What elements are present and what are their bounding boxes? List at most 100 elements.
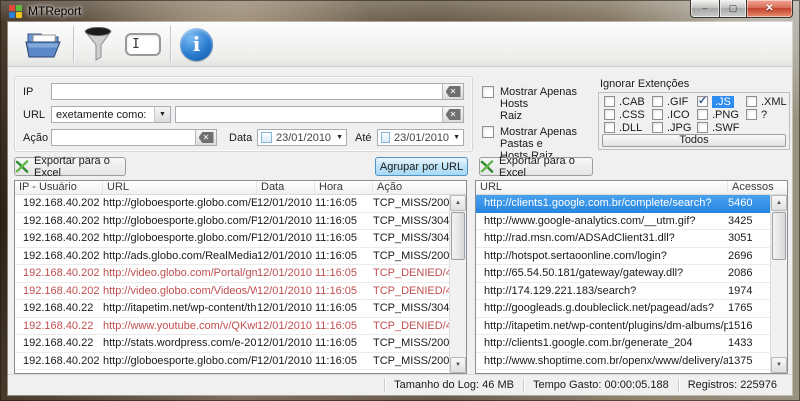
url-clear-button[interactable]: ✕ (442, 107, 463, 122)
extension-checkbox[interactable]: .XML (746, 95, 787, 108)
column-header-url[interactable]: URL (476, 181, 728, 194)
vertical-scrollbar[interactable]: ▲ ▼ (770, 195, 787, 373)
cell-ip: 192.168.40.202 (23, 214, 100, 227)
checkbox-icon (697, 109, 708, 120)
data-label: Data (229, 132, 253, 144)
scroll-thumb[interactable] (451, 212, 465, 260)
data-date-picker[interactable]: 23/01/2010 ▼ (257, 129, 347, 146)
checkbox-icon (652, 96, 663, 107)
extension-checkbox[interactable]: .CSS (604, 108, 652, 121)
cell-ip: 192.168.40.22 (23, 337, 94, 350)
extension-checkbox[interactable]: .ICO (652, 108, 697, 121)
minimize-button[interactable]: – (690, 0, 719, 18)
ip-clear-button[interactable]: ✕ (442, 84, 463, 99)
table-row[interactable]: http://rad.msn.com/ADSAdClient31.dll? 30… (476, 230, 770, 248)
excel-icon (15, 160, 29, 173)
acao-clear-button[interactable]: ✕ (195, 130, 216, 145)
text-filter-button[interactable]: I (119, 24, 167, 64)
table-row[interactable]: 192.168.40.202 http://globoesporte.globo… (15, 213, 449, 230)
column-header-url[interactable]: URL (103, 181, 257, 194)
export-excel-left-button[interactable]: Exportar para o Excel (14, 155, 126, 179)
scroll-up-button[interactable]: ▲ (771, 195, 787, 211)
column-header-ip-usuario[interactable]: IP - Usuário (15, 181, 103, 194)
extension-checkbox[interactable]: ? (746, 108, 786, 121)
group-by-url-button[interactable]: Agrupar por URL (375, 157, 468, 176)
table-row[interactable]: 192.168.40.202 http://ads.globo.com/Real… (15, 248, 449, 265)
status-tempo-gasto: Tempo Gasto: 00:00:05.188 (532, 379, 669, 391)
maximize-button[interactable]: ▢ (719, 0, 747, 18)
window-titlebar[interactable]: MTReport – ▢ ✕ (0, 0, 800, 22)
table-row[interactable]: 192.168.40.202 http://globoesporte.globo… (15, 230, 449, 248)
table-row[interactable]: http://hotspot.sertaoonline.com/login? 2… (476, 248, 770, 265)
table-row[interactable]: http://googleads.g.doubleclick.net/pagea… (476, 300, 770, 318)
table-row[interactable]: http://clients1.google.com.br/generate_2… (476, 335, 770, 353)
export-excel-right-button[interactable]: Exportar para o Excel (479, 155, 593, 179)
checkbox-hosts-raiz[interactable]: Mostrar Apenas Hosts Raiz (482, 86, 604, 122)
about-button[interactable]: i (174, 24, 219, 64)
extension-checkbox[interactable]: .JPG (652, 121, 697, 134)
window-title: MTReport (28, 4, 82, 18)
extension-checkbox[interactable]: .SWF (697, 121, 746, 134)
toolbar-separator (170, 26, 171, 62)
url-input[interactable] (176, 107, 442, 122)
vertical-scrollbar[interactable]: ▲ ▼ (449, 195, 466, 373)
scroll-track[interactable] (450, 261, 466, 357)
cell-url: http://www.shoptime.com.br/openx/www/del… (484, 354, 728, 367)
open-log-button[interactable] (18, 24, 70, 64)
extension-checkbox[interactable]: .DLL (604, 121, 652, 134)
scroll-up-button[interactable]: ▲ (450, 195, 466, 211)
extension-label: .ICO (667, 108, 690, 121)
extension-checkbox[interactable]: .CAB (604, 95, 652, 108)
scroll-down-button[interactable]: ▼ (450, 357, 466, 373)
cell-hora: 11:16:05 (315, 337, 358, 350)
cell-data: 12/01/2010 (257, 337, 313, 350)
scroll-track[interactable] (771, 261, 787, 357)
table-row[interactable]: 192.168.40.22 http://stats.wordpress.com… (15, 335, 449, 353)
acao-input[interactable] (52, 130, 195, 145)
cell-ip: 192.168.40.22 (15, 372, 103, 373)
table-row[interactable]: 192.168.40.22 http://www.youtube.com/v/Q… (15, 318, 449, 335)
table-row[interactable]: 192.168.40.202 http://video.globo.com/Vi… (15, 283, 449, 300)
right-table: URL Acessos http://clients1.google.com.b… (475, 180, 788, 374)
ate-date-picker[interactable]: 23/01/2010 ▼ (377, 129, 464, 146)
table-row[interactable]: http://clients1.google.com.br/complete/s… (476, 195, 770, 213)
cell-hora: 11:16:05 (315, 197, 358, 210)
app-window: MTReport – ▢ ✕ I i IP ✕ URL exetamente c… (0, 0, 800, 401)
filter-button[interactable] (77, 24, 119, 64)
extension-checkbox[interactable]: .GIF (652, 95, 697, 108)
column-header-acao[interactable]: Ação (373, 181, 466, 194)
cell-ip: 192.168.40.202 (23, 354, 100, 367)
extension-checkbox[interactable]: .PNG (697, 108, 746, 121)
extension-label: .CAB (619, 95, 645, 108)
checkbox-icon (697, 94, 708, 107)
column-header-acessos[interactable]: Acessos (728, 181, 787, 194)
table-row[interactable]: http://tbn1...img.../B00/9... 1050 (476, 370, 770, 373)
table-row[interactable]: 192.168.40.22 http://itapetim.net/wp-con… (15, 300, 449, 318)
scroll-thumb[interactable] (772, 212, 786, 260)
ip-input[interactable] (52, 84, 442, 99)
table-row[interactable]: http://65.54.50.181/gateway/gateway.dll?… (476, 265, 770, 283)
table-row[interactable]: http://www.shoptime.com.br/openx/www/del… (476, 353, 770, 370)
cell-data: 12/01/2010 (257, 197, 313, 210)
table-row[interactable]: http://itapetim.net/wp-content/plugins/d… (476, 318, 770, 335)
cell-data: 12/01/2010 (257, 354, 313, 367)
column-header-data[interactable]: Data (257, 181, 315, 194)
ate-label: Até (355, 132, 372, 144)
extension-checkbox[interactable]: .JS (697, 94, 746, 108)
column-header-hora[interactable]: Hora (315, 181, 373, 194)
extension-label: .JPG (667, 121, 692, 134)
table-row[interactable]: http://174.129.221.183/search? 1974 (476, 283, 770, 300)
table-row[interactable]: 192.168.40.202 http://video.globo.com/Po… (15, 265, 449, 283)
cell-acessos: 1516 (728, 319, 753, 332)
url-match-select[interactable]: exetamente como: ▼ (51, 106, 171, 123)
cell-acao: TCP_MISS/304 (373, 372, 449, 373)
close-button[interactable]: ✕ (747, 0, 793, 18)
open-folder-icon (25, 33, 61, 58)
table-row[interactable]: 192.168.40.202 http://globoesporte.globo… (15, 353, 449, 370)
table-row[interactable]: 192.168.40.22 http://itapetim.net/wp-con… (15, 370, 449, 373)
scroll-down-button[interactable]: ▼ (771, 357, 787, 373)
table-row[interactable]: http://www.google-analytics.com/__utm.gi… (476, 213, 770, 230)
todos-button[interactable]: Todos (602, 134, 786, 147)
table-row[interactable]: 192.168.40.202 http://globoesporte.globo… (15, 195, 449, 213)
textbox-icon: I (125, 32, 161, 56)
